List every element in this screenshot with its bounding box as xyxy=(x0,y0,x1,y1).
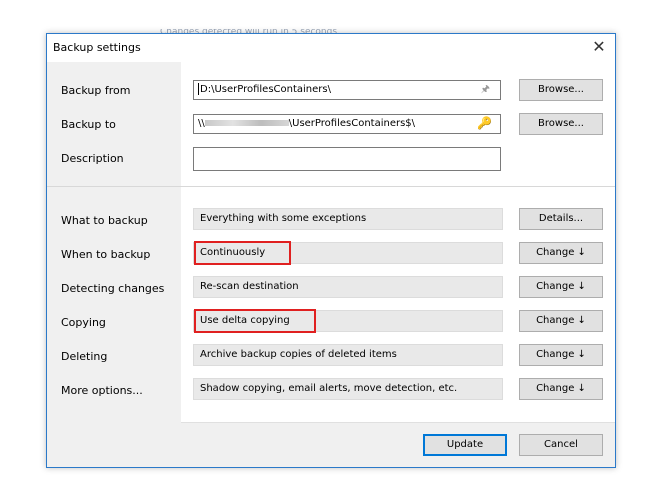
update-button[interactable]: Update xyxy=(423,434,507,456)
title-bar: Backup settings ✕ xyxy=(47,34,615,62)
dialog-title: Backup settings xyxy=(53,41,141,54)
browse-to-button[interactable]: Browse... xyxy=(519,113,603,135)
section-divider xyxy=(47,186,615,187)
backup-from-field[interactable]: D:\UserProfilesContainers\ 🖈 xyxy=(193,80,501,100)
backup-to-suffix: \UserProfilesContainers$\ xyxy=(288,118,416,129)
deleting-label: Deleting xyxy=(61,350,108,363)
what-to-backup-label: What to backup xyxy=(61,214,148,227)
redacted-server-name xyxy=(204,120,289,126)
when-to-backup-value: Continuously xyxy=(193,241,503,265)
backup-to-label: Backup to xyxy=(61,118,116,131)
more-options-label: More options... xyxy=(61,384,143,397)
description-input[interactable] xyxy=(193,147,501,171)
key-icon[interactable]: 🔑 xyxy=(477,115,492,132)
highlight-delta-copying: Use delta copying xyxy=(194,309,316,333)
copying-label: Copying xyxy=(61,316,106,329)
change-copying-button[interactable]: Change ↓ xyxy=(519,310,603,332)
change-when-button[interactable]: Change ↓ xyxy=(519,242,603,264)
change-detecting-button[interactable]: Change ↓ xyxy=(519,276,603,298)
backup-to-prefix: \\ xyxy=(198,118,205,129)
change-more-options-button[interactable]: Change ↓ xyxy=(519,378,603,400)
backup-settings-dialog: Backup settings ✕ Backup from D:\UserPro… xyxy=(46,33,616,468)
what-to-backup-value: Everything with some exceptions xyxy=(193,208,503,230)
highlight-continuously: Continuously xyxy=(193,241,292,265)
browse-from-button[interactable]: Browse... xyxy=(519,79,603,101)
backup-from-value: D:\UserProfilesContainers\ xyxy=(200,84,331,95)
deleting-value: Archive backup copies of deleted items xyxy=(193,344,503,366)
description-label: Description xyxy=(61,152,124,165)
detecting-changes-label: Detecting changes xyxy=(61,282,165,295)
backup-to-field[interactable]: \\ \UserProfilesContainers$\ 🔑 xyxy=(193,114,501,134)
change-deleting-button[interactable]: Change ↓ xyxy=(519,344,603,366)
close-icon[interactable]: ✕ xyxy=(583,34,615,62)
copying-value: Use delta copying xyxy=(193,309,503,333)
more-options-value: Shadow copying, email alerts, move detec… xyxy=(193,378,503,400)
cancel-button[interactable]: Cancel xyxy=(519,434,603,456)
backup-from-label: Backup from xyxy=(61,84,131,97)
pin-icon[interactable]: 🖈 xyxy=(481,81,490,99)
text-caret xyxy=(198,83,199,95)
details-button[interactable]: Details... xyxy=(519,208,603,230)
detecting-changes-value: Re-scan destination xyxy=(193,276,503,298)
when-to-backup-label: When to backup xyxy=(61,248,151,261)
